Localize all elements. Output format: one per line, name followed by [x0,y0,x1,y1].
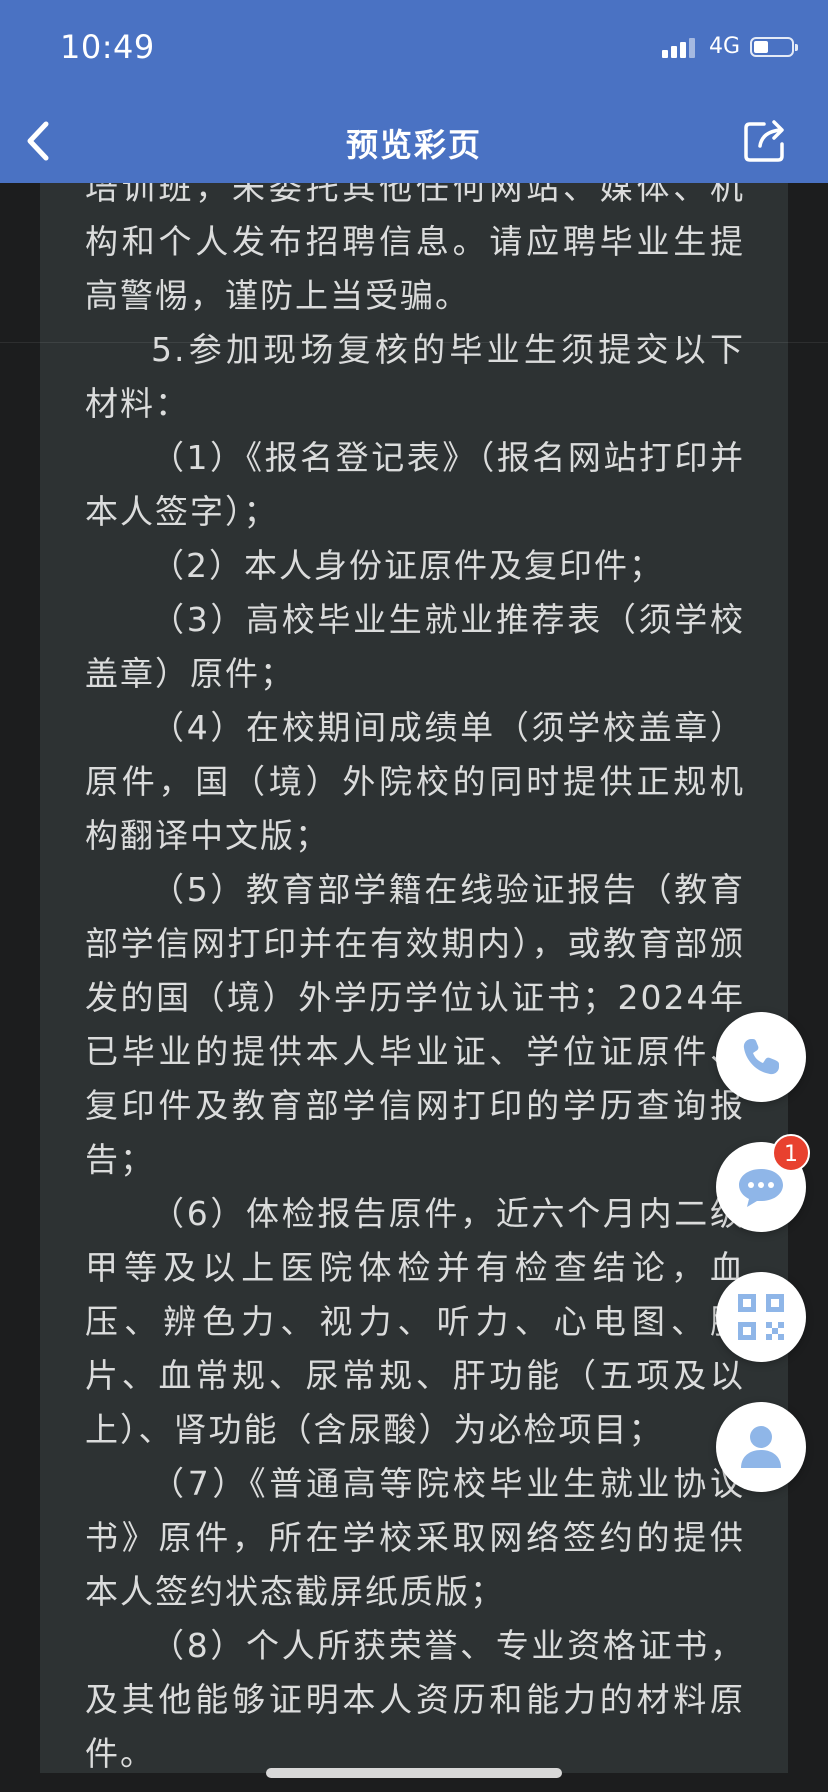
document-paragraph: （3）高校毕业生就业推荐表（须学校盖章）原件； [85,600,745,693]
document-paragraph: 5.参加现场复核的毕业生须提交以下材料： [85,330,745,423]
document-paragraph: 培训班，未委托其他任何网站、媒体、机构和个人发布招聘信息。请应聘毕业生提高警惕，… [85,183,745,315]
message-count-badge: 1 [772,1134,810,1172]
chat-button[interactable]: 1 [716,1134,810,1232]
document-paragraph: （2）本人身份证原件及复印件； [151,546,664,585]
share-icon [744,120,784,162]
right-margin [788,183,828,1792]
document-paragraph: （8）个人所获荣誉、专业资格证书，及其他能够证明本人资历和能力的材料原件。 [85,1626,745,1773]
document-paragraph: （1）《报名登记表》（报名网站打印并本人签字）； [85,438,745,531]
document-paragraph: （7）《普通高等院校毕业生就业协议书》原件，所在学校采取网络签约的提供本人签约状… [85,1464,745,1611]
profile-button[interactable] [716,1402,806,1492]
share-button[interactable] [742,116,790,164]
status-time: 10:49 [60,28,155,66]
home-indicator[interactable] [266,1768,562,1778]
phone-button[interactable] [716,1012,806,1102]
user-icon [741,1426,781,1468]
document-paragraph: （4）在校期间成绩单（须学校盖章）原件，国（境）外院校的同时提供正规机构翻译中文… [85,708,745,855]
left-margin [0,183,40,1792]
divider [0,342,828,343]
document-paragraph: （6）体检报告原件，近六个月内二级甲等及以上医院体检并有检查结论，血压、辨色力、… [85,1194,745,1449]
status-indicators: 4G [661,34,798,59]
signal-icon [661,36,695,58]
phone-icon [743,1039,779,1075]
document-paragraph: （5）教育部学籍在线验证报告（教育部学信网打印并在有效期内），或教育部颁发的国（… [85,870,745,1179]
qr-code-button[interactable] [716,1272,806,1362]
document-text: 培训班，未委托其他任何网站、媒体、机构和个人发布招聘信息。请应聘毕业生提高警惕，… [85,183,745,1773]
document-page[interactable]: 培训班，未委托其他任何网站、媒体、机构和个人发布招聘信息。请应聘毕业生提高警惕，… [40,183,788,1773]
page-title: 预览彩页 [345,126,482,164]
network-label: 4G [708,34,740,59]
qr-code-icon [738,1294,784,1340]
chat-icon [739,1169,783,1207]
battery-icon [750,36,798,57]
app-header: 10:49 4G 预览彩页 [0,0,828,183]
